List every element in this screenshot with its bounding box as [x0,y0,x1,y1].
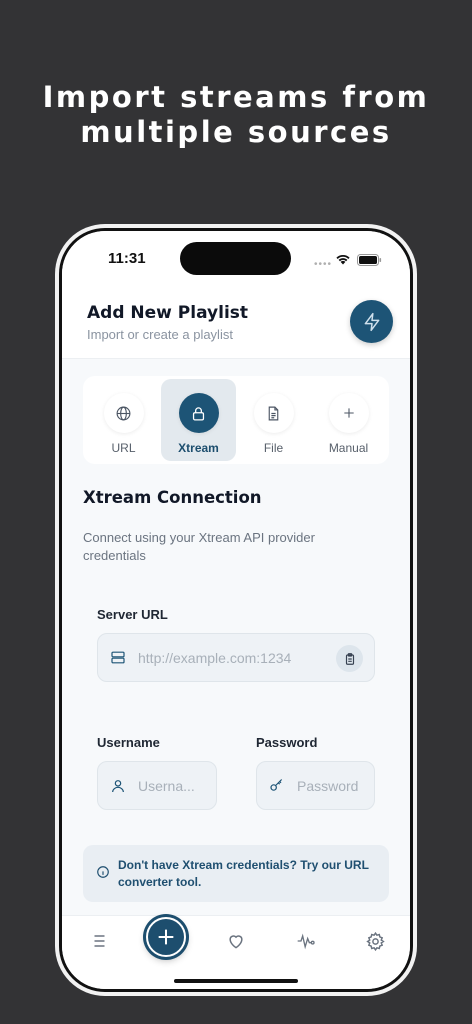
paste-button[interactable] [336,645,363,672]
signal-dots: •••• [314,259,333,270]
settings-icon [365,931,385,951]
status-time: 11:31 [108,250,146,267]
add-icon [158,929,174,945]
page-subtitle: Import or create a playlist [87,327,233,342]
file-icon [268,406,279,420]
promo-line-1: Import streams from [42,80,430,114]
password-label: Password [256,735,318,750]
nav-activity[interactable] [293,928,319,954]
add-playlist-button[interactable] [146,917,186,957]
username-placeholder: Userna... [138,777,195,794]
server-url-label: Server URL [97,607,168,622]
tab-manual[interactable]: Manual [311,379,386,461]
section-title: Xtream Connection [83,488,262,507]
info-text: Don't have Xtream credentials? Try our U… [118,858,369,889]
password-placeholder: Password [297,777,359,794]
user-icon [112,779,124,792]
activity-icon [297,933,315,950]
bottom-nav [62,915,410,989]
plus-icon [343,408,354,418]
username-field[interactable]: Userna... [97,761,217,810]
info-icon [97,866,109,878]
quick-import-button[interactable] [350,300,393,343]
promo-line-2: multiple sources [80,115,392,149]
server-url-field[interactable]: http://example.com:1234 [97,633,375,682]
password-field[interactable]: Password [256,761,375,810]
app-screen: 11:31 •••• Add New Playlist Import or cr… [62,231,410,989]
page-title: Add New Playlist [87,303,249,323]
phone-frame: 11:31 •••• Add New Playlist Import or cr… [55,224,417,996]
tab-file-label: File [263,441,284,455]
wifi-icon [336,254,350,265]
battery-icon [357,254,382,266]
server-icon [111,651,125,664]
nav-settings[interactable] [362,928,388,954]
tab-file[interactable]: File [236,379,311,461]
key-icon [270,779,283,791]
status-bar: 11:31 •••• [62,231,410,289]
tab-xtream-label: Xtream [178,441,219,455]
server-url-placeholder: http://example.com:1234 [138,649,292,666]
globe-icon [116,406,131,420]
section-description: Connect using your Xtream API provider c… [83,530,315,563]
promo-headline: Import streams from multiple sources [0,80,472,150]
home-indicator [174,979,298,983]
page-header: Add New Playlist Import or create a play… [62,289,410,359]
dynamic-island [180,242,291,275]
list-icon [90,934,105,948]
info-banner[interactable]: Don't have Xtream credentials? Try our U… [83,845,389,902]
tab-xtream[interactable]: Xtream [161,379,236,461]
tab-manual-label: Manual [328,441,369,455]
tab-url-label: URL [111,441,136,455]
heart-icon [229,935,243,949]
clipboard-icon [345,652,354,665]
bolt-icon [364,312,379,331]
tab-url[interactable]: URL [86,379,161,461]
lock-icon [192,406,205,421]
username-label: Username [97,735,160,750]
source-tabs: URL Xtream File Manual [83,376,389,464]
nav-favorites[interactable] [223,928,249,954]
nav-playlists[interactable] [84,928,110,954]
